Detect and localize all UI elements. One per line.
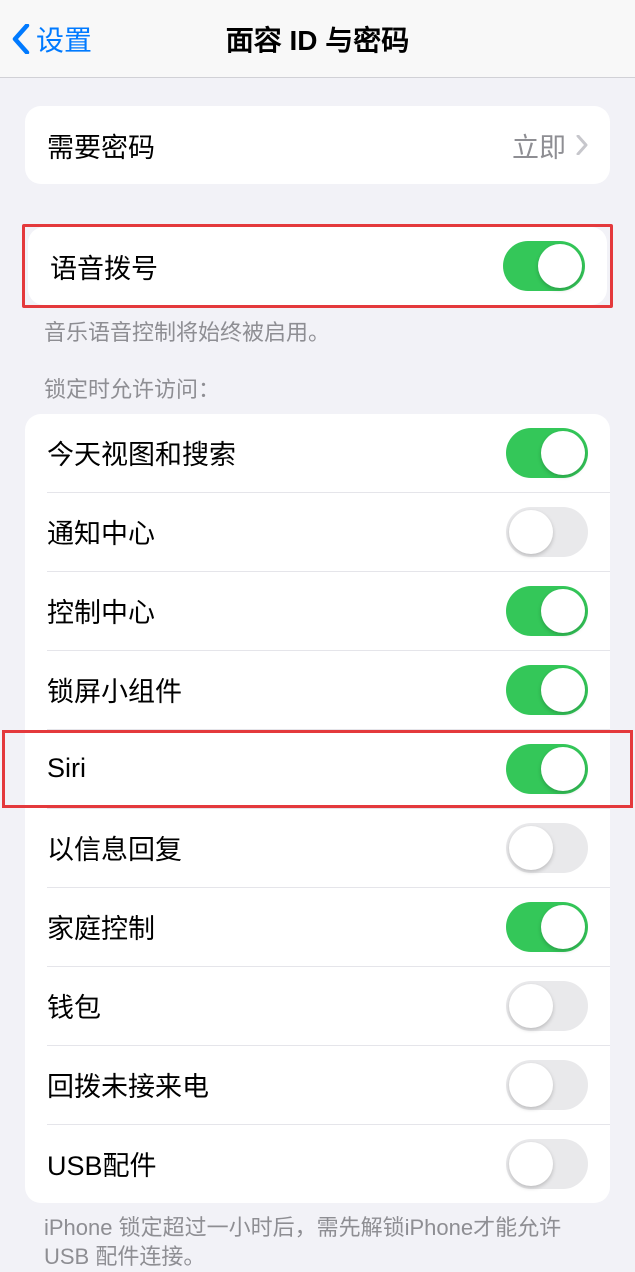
- back-label: 设置: [36, 19, 92, 59]
- lock-access-row: USB配件: [25, 1125, 610, 1203]
- voice-dial-highlight: 语音拨号: [22, 224, 613, 308]
- lock-access-toggle[interactable]: [506, 586, 588, 636]
- header: 设置 面容 ID 与密码: [0, 0, 635, 78]
- lock-access-header: 锁定时允许访问：: [0, 348, 635, 414]
- lock-access-row: 通知中心: [25, 493, 610, 571]
- lock-access-label: 锁屏小组件: [47, 670, 182, 709]
- lock-access-toggle[interactable]: [506, 1139, 588, 1189]
- lock-access-toggle[interactable]: [506, 1060, 588, 1110]
- lock-access-row: 今天视图和搜索: [25, 414, 610, 492]
- lock-access-label: 回拨未接来电: [47, 1065, 209, 1104]
- lock-access-label: 钱包: [47, 986, 101, 1025]
- require-passcode-value-wrap: 立即: [512, 126, 588, 165]
- lock-access-row: 回拨未接来电: [25, 1046, 610, 1124]
- require-passcode-label: 需要密码: [47, 126, 155, 165]
- lock-access-row: 家庭控制: [25, 888, 610, 966]
- page-title: 面容 ID 与密码: [0, 19, 635, 59]
- lock-access-label: 通知中心: [47, 512, 155, 551]
- lock-access-label: 今天视图和搜索: [47, 433, 236, 472]
- require-passcode-group: 需要密码 立即: [25, 106, 610, 184]
- lock-access-row: 以信息回复: [25, 809, 610, 887]
- lock-access-row: Siri: [25, 730, 610, 808]
- lock-access-row: 控制中心: [25, 572, 610, 650]
- lock-access-toggle[interactable]: [506, 428, 588, 478]
- chevron-right-icon: [576, 135, 588, 155]
- lock-access-toggle[interactable]: [506, 507, 588, 557]
- back-button[interactable]: 设置: [0, 19, 92, 59]
- lock-access-label: USB配件: [47, 1144, 157, 1183]
- chevron-left-icon: [12, 24, 30, 54]
- lock-access-label: 以信息回复: [47, 828, 182, 867]
- lock-access-toggle[interactable]: [506, 902, 588, 952]
- require-passcode-row[interactable]: 需要密码 立即: [25, 106, 610, 184]
- lock-access-group: 今天视图和搜索通知中心控制中心锁屏小组件 Siri 以信息回复家庭控制钱包回拨未接来…: [25, 414, 610, 1203]
- lock-access-footer: iPhone 锁定超过一小时后，需先解锁iPhone才能允许USB 配件连接。: [0, 1203, 635, 1272]
- require-passcode-value: 立即: [512, 126, 566, 165]
- voice-dial-label: 语音拨号: [50, 247, 158, 286]
- lock-access-toggle[interactable]: [506, 823, 588, 873]
- lock-access-toggle[interactable]: [506, 744, 588, 794]
- lock-access-toggle[interactable]: [506, 665, 588, 715]
- lock-access-toggle[interactable]: [506, 981, 588, 1031]
- voice-dial-group: 语音拨号: [28, 227, 607, 305]
- voice-dial-row: 语音拨号: [28, 227, 607, 305]
- lock-access-label: 控制中心: [47, 591, 155, 630]
- lock-access-label: Siri: [47, 753, 86, 784]
- lock-access-label: 家庭控制: [47, 907, 155, 946]
- voice-dial-footer: 音乐语音控制将始终被启用。: [0, 308, 635, 348]
- lock-access-row: 锁屏小组件: [25, 651, 610, 729]
- lock-access-row: 钱包: [25, 967, 610, 1045]
- voice-dial-toggle[interactable]: [503, 241, 585, 291]
